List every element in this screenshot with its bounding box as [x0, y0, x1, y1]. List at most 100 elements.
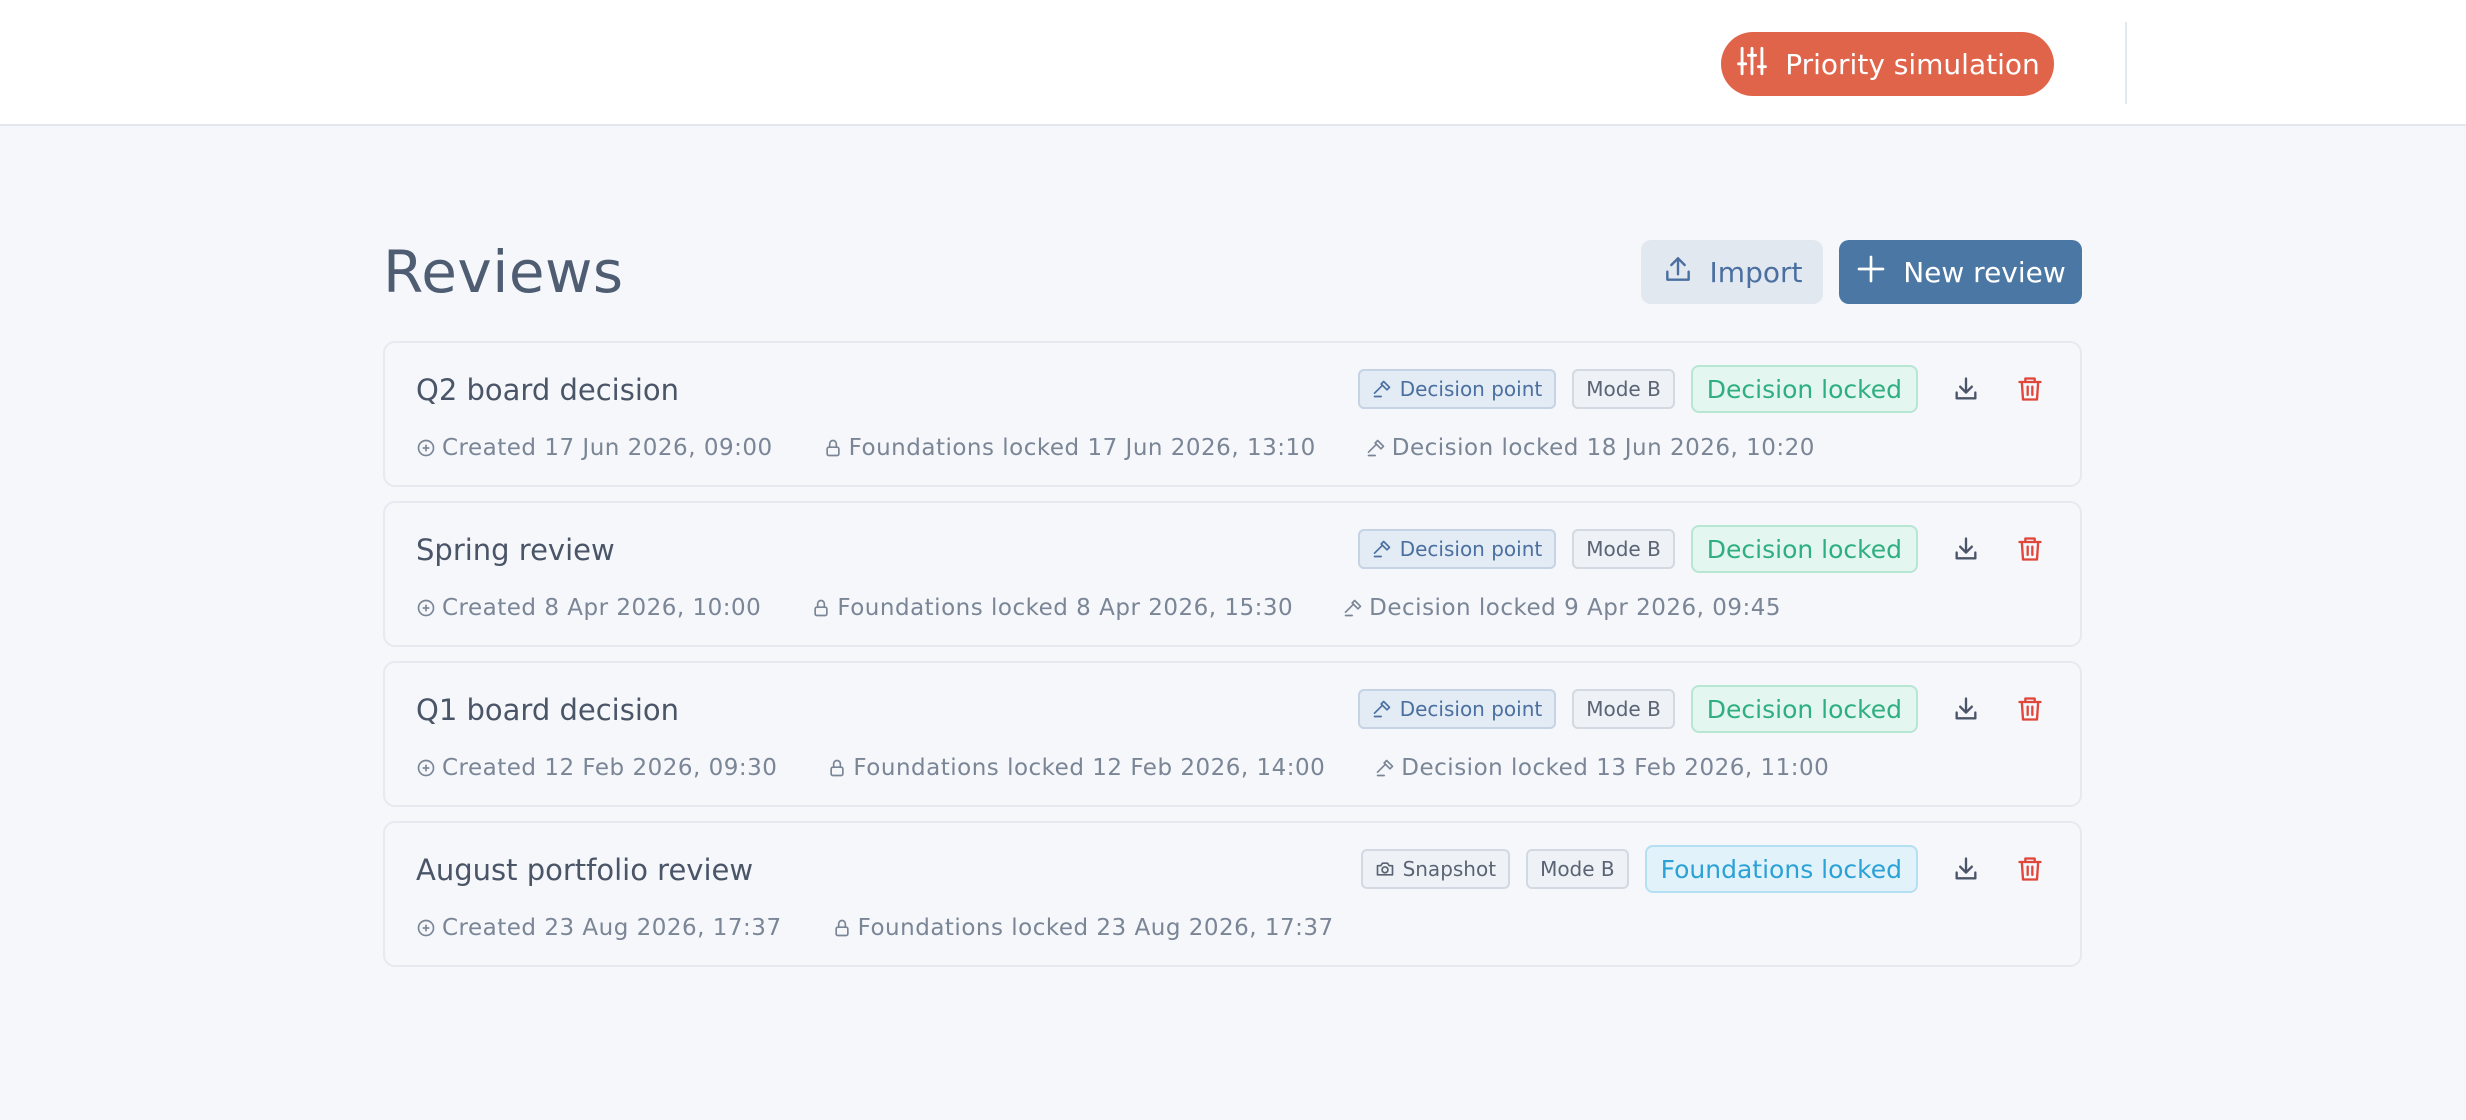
lock-icon	[825, 439, 840, 457]
chip-label: Decision point	[1399, 377, 1543, 401]
review-card[interactable]: Q2 board decision Decision point Mode B …	[383, 341, 2082, 487]
mode-chip: Mode B	[1572, 689, 1675, 729]
status-badge: Decision locked	[1690, 685, 1918, 733]
foundations-meta: Foundations locked 12 Feb 2026, 14:00	[827, 755, 1325, 781]
new-review-label: New review	[1903, 255, 2066, 289]
plus-circle-icon	[417, 759, 435, 777]
gavel-icon	[1376, 759, 1394, 777]
status-label: Foundations locked	[1660, 854, 1902, 884]
priority-simulation-label: Priority simulation	[1785, 47, 2040, 81]
topbar-divider	[2125, 22, 2127, 104]
foundations-text: Foundations locked 8 Apr 2026, 15:30	[837, 595, 1294, 621]
review-meta: Created 8 Apr 2026, 10:00 Foundations lo…	[416, 593, 1831, 623]
review-badges: Decision point Mode B Decision locked	[1357, 525, 2080, 573]
snapshot-chip: Snapshot	[1360, 849, 1511, 889]
chip-label: Decision point	[1399, 537, 1543, 561]
review-name: Spring review	[416, 533, 615, 567]
status-label: Decision locked	[1706, 374, 1902, 404]
delete-button[interactable]	[2006, 525, 2054, 573]
plus-circle-icon	[417, 919, 435, 937]
download-button[interactable]	[1942, 525, 1990, 573]
mode-chip: Mode B	[1526, 849, 1629, 889]
sliders-icon	[1735, 44, 1769, 85]
decision-text: Decision locked 18 Jun 2026, 10:20	[1391, 435, 1815, 461]
download-button[interactable]	[1942, 365, 1990, 413]
gavel-icon	[1367, 439, 1385, 457]
chip-label: Snapshot	[1402, 857, 1497, 881]
review-badges: Decision point Mode B Decision locked	[1357, 365, 2080, 413]
status-badge: Foundations locked	[1644, 845, 1918, 893]
review-meta: Created 12 Feb 2026, 09:30 Foundations l…	[416, 753, 1879, 783]
trash-icon	[2018, 537, 2042, 561]
chip-label: Decision point	[1399, 697, 1543, 721]
decision-meta: Decision locked 9 Apr 2026, 09:45	[1343, 595, 1781, 621]
created-text: Created 23 Aug 2026, 17:37	[442, 915, 782, 941]
upload-icon	[1662, 253, 1694, 292]
lock-icon	[830, 759, 845, 777]
delete-button[interactable]	[2006, 365, 2054, 413]
delete-button[interactable]	[2006, 845, 2054, 893]
trash-icon	[2018, 857, 2042, 881]
mode-label: Mode B	[1540, 857, 1615, 881]
created-meta: Created 8 Apr 2026, 10:00	[416, 595, 761, 621]
review-card[interactable]: August portfolio review Snapshot Mode B …	[383, 821, 2082, 967]
import-label: Import	[1709, 255, 1803, 289]
created-meta: Created 23 Aug 2026, 17:37	[416, 915, 782, 941]
decision-meta: Decision locked 18 Jun 2026, 10:20	[1366, 435, 1815, 461]
created-meta: Created 17 Jun 2026, 09:00	[416, 435, 773, 461]
review-meta: Created 17 Jun 2026, 09:00 Foundations l…	[416, 433, 1865, 463]
mode-label: Mode B	[1586, 697, 1661, 721]
review-name: Q1 board decision	[416, 693, 679, 727]
gavel-icon	[1373, 700, 1391, 718]
delete-button[interactable]	[2006, 685, 2054, 733]
trash-icon	[2018, 697, 2042, 721]
plus-icon	[1855, 253, 1887, 292]
download-icon	[1955, 537, 1977, 560]
download-button[interactable]	[1942, 685, 1990, 733]
lock-icon	[814, 599, 828, 617]
review-meta: Created 23 Aug 2026, 17:37 Foundations l…	[416, 913, 1384, 943]
created-text: Created 12 Feb 2026, 09:30	[442, 755, 778, 781]
camera-icon	[1376, 862, 1393, 876]
status-label: Decision locked	[1706, 534, 1902, 564]
download-button[interactable]	[1942, 845, 1990, 893]
priority-simulation-button[interactable]: Priority simulation	[1721, 32, 2054, 96]
status-badge: Decision locked	[1690, 525, 1918, 573]
created-text: Created 17 Jun 2026, 09:00	[442, 435, 773, 461]
foundations-text: Foundations locked 23 Aug 2026, 17:37	[857, 915, 1334, 941]
decision-text: Decision locked 13 Feb 2026, 11:00	[1401, 755, 1830, 781]
status-badge: Decision locked	[1690, 365, 1918, 413]
created-meta: Created 12 Feb 2026, 09:30	[416, 755, 777, 781]
mode-chip: Mode B	[1572, 369, 1675, 409]
top-bar: Priority simulation	[0, 0, 2466, 126]
review-badges: Snapshot Mode B Foundations locked	[1360, 845, 2080, 893]
new-review-button[interactable]: New review	[1839, 240, 2082, 304]
gavel-icon	[1344, 599, 1362, 617]
mode-label: Mode B	[1586, 377, 1661, 401]
lock-icon	[834, 919, 849, 937]
decision-point-chip: Decision point	[1357, 689, 1557, 729]
review-card[interactable]: Spring review Decision point Mode B Deci…	[383, 501, 2082, 647]
gavel-icon	[1373, 540, 1391, 558]
gavel-icon	[1373, 380, 1391, 398]
mode-chip: Mode B	[1572, 529, 1675, 569]
review-name: Q2 board decision	[416, 373, 679, 407]
import-button[interactable]: Import	[1641, 240, 1823, 304]
review-badges: Decision point Mode B Decision locked	[1357, 685, 2080, 733]
trash-icon	[2018, 377, 2042, 401]
review-name: August portfolio review	[416, 853, 754, 887]
download-icon	[1955, 857, 1977, 880]
decision-point-chip: Decision point	[1357, 369, 1557, 409]
foundations-meta: Foundations locked 17 Jun 2026, 13:10	[823, 435, 1316, 461]
foundations-text: Foundations locked 12 Feb 2026, 14:00	[853, 755, 1326, 781]
decision-text: Decision locked 9 Apr 2026, 09:45	[1369, 595, 1782, 621]
download-icon	[1955, 377, 1977, 400]
created-text: Created 8 Apr 2026, 10:00	[442, 595, 762, 621]
review-card[interactable]: Q1 board decision Decision point Mode B …	[383, 661, 2082, 807]
decision-meta: Decision locked 13 Feb 2026, 11:00	[1375, 755, 1829, 781]
decision-point-chip: Decision point	[1357, 529, 1557, 569]
foundations-meta: Foundations locked 23 Aug 2026, 17:37	[832, 915, 1334, 941]
download-icon	[1955, 697, 1977, 720]
mode-label: Mode B	[1586, 537, 1661, 561]
foundations-text: Foundations locked 17 Jun 2026, 13:10	[848, 435, 1316, 461]
